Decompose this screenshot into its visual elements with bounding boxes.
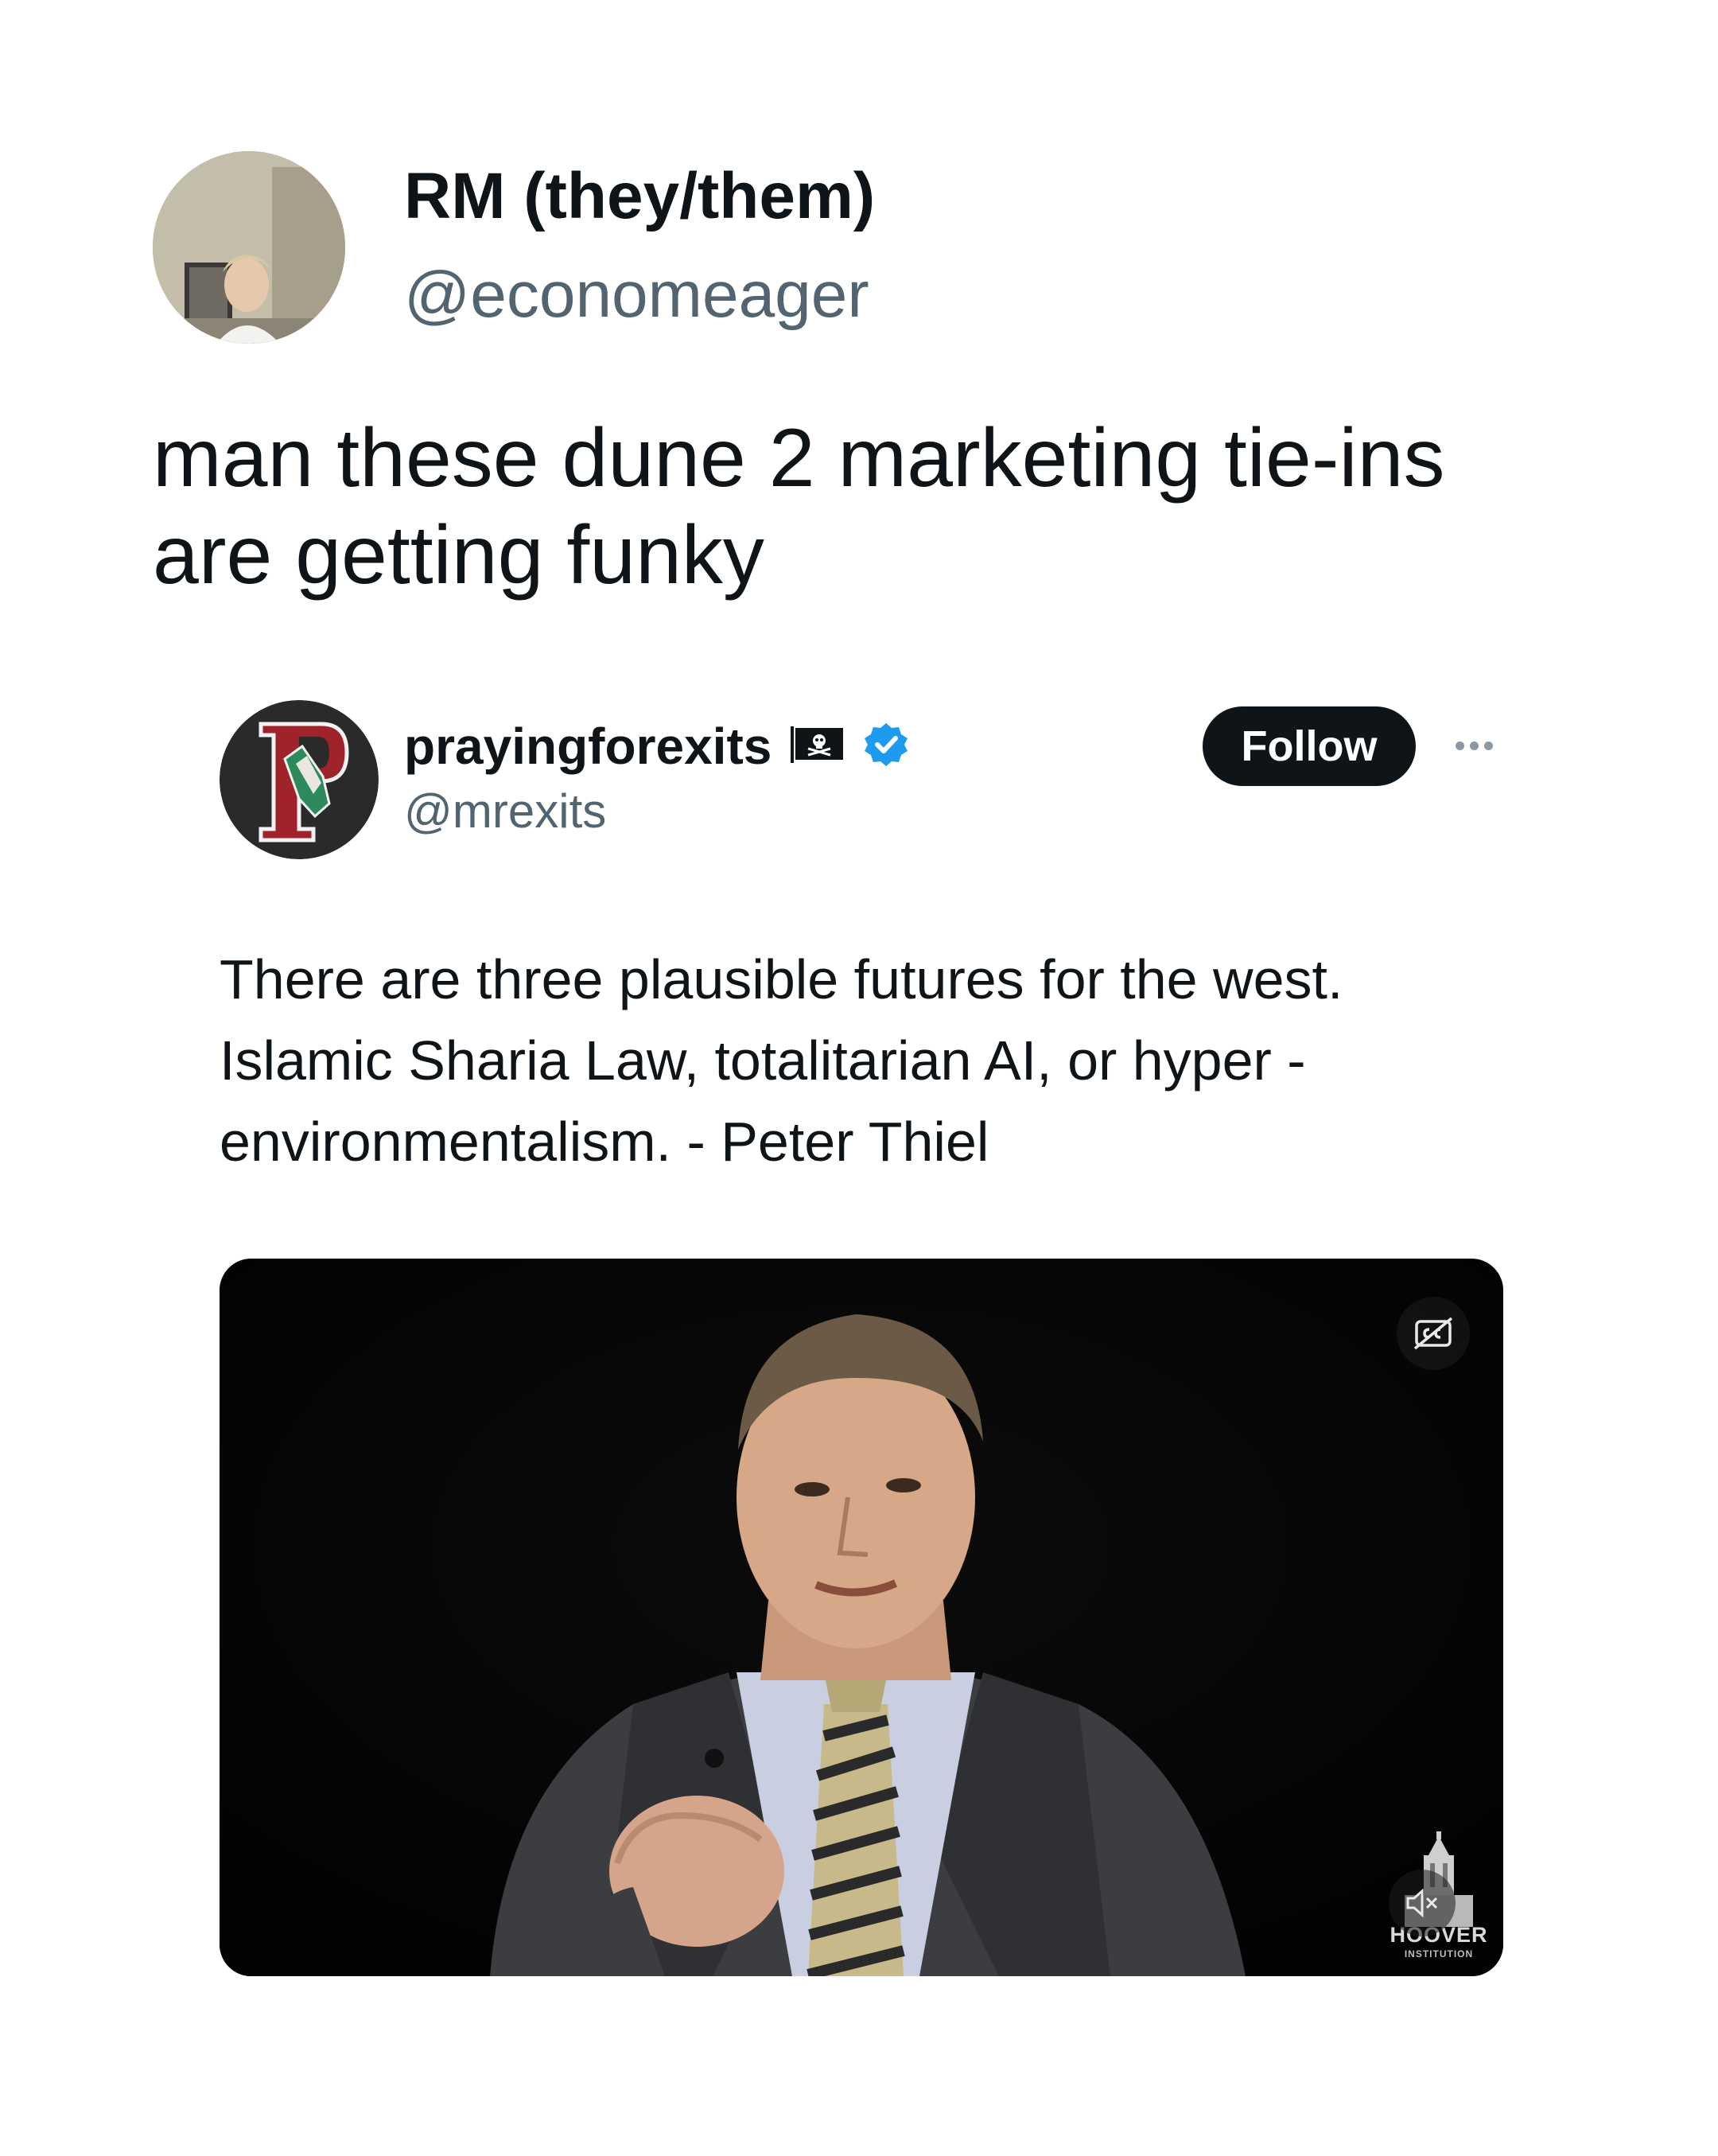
quoted-author-name-row: prayingforexits bbox=[404, 714, 910, 778]
author-handle[interactable]: @economeager bbox=[404, 263, 869, 328]
video-frame bbox=[220, 1259, 1503, 1976]
video-player[interactable]: HOOVER INSTITUTION bbox=[220, 1259, 1503, 1976]
author-avatar[interactable] bbox=[153, 151, 345, 344]
pirate-flag-icon bbox=[789, 725, 845, 769]
verified-badge-icon[interactable] bbox=[862, 721, 910, 773]
quoted-author-name[interactable]: prayingforexits bbox=[404, 721, 772, 772]
follow-button[interactable]: Follow bbox=[1203, 706, 1416, 786]
quoted-author-handle[interactable]: @mrexits bbox=[404, 788, 606, 835]
author-avatar-photo bbox=[153, 151, 345, 344]
praying-hands-logo-icon bbox=[220, 700, 379, 859]
author-name[interactable]: RM (they/them) bbox=[404, 164, 875, 229]
muted-speaker-icon[interactable] bbox=[1389, 1870, 1456, 1936]
captions-icon[interactable] bbox=[1397, 1297, 1470, 1370]
quoted-author-avatar[interactable] bbox=[220, 700, 379, 859]
tweet-text: man these dune 2 marketing tie-ins are g… bbox=[153, 412, 1445, 601]
quoted-tweet-text: There are three plausible futures for th… bbox=[220, 948, 1343, 1173]
watermark-subtitle: INSTITUTION bbox=[1404, 1948, 1474, 1959]
more-options-icon[interactable] bbox=[1446, 726, 1502, 765]
